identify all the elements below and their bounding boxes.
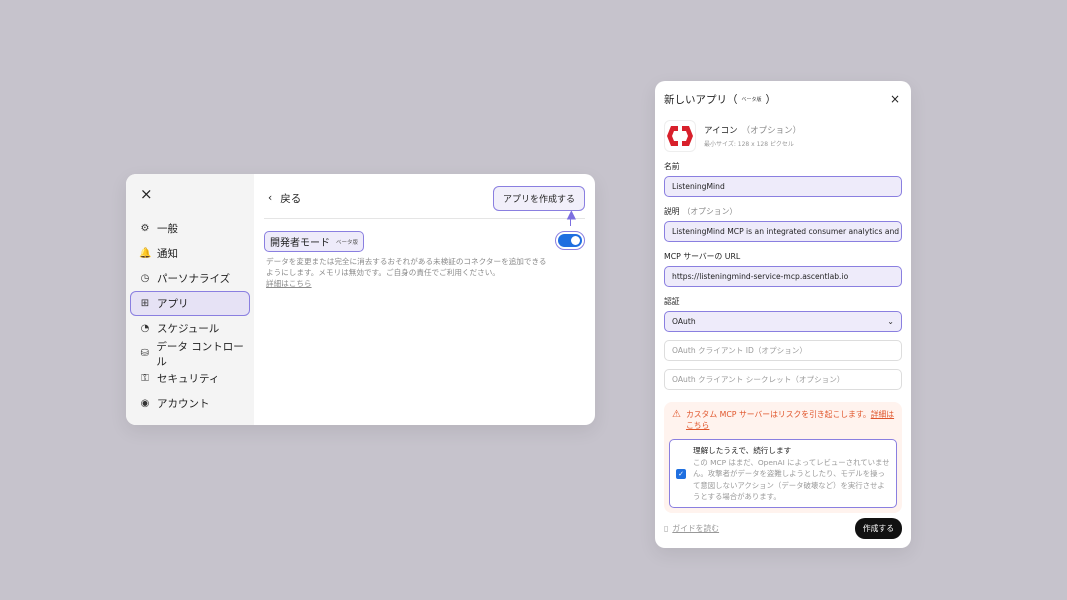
sidebar-item-notifications[interactable]: 🔔 通知 (130, 241, 250, 266)
sidebar-item-apps[interactable]: ⊞ アプリ (130, 291, 250, 316)
description-label-row: 説明 （オプション） (664, 206, 902, 217)
sidebar-item-label: セキュリティ (157, 373, 220, 385)
settings-sidebar: × ⚙ 一般 🔔 通知 ◷ パーソナライズ ⊞ アプリ ◔ スケジュール ⛁ デ… (126, 174, 254, 425)
sidebar-item-schedule[interactable]: ◔ スケジュール (130, 316, 250, 341)
sidebar-item-general[interactable]: ⚙ 一般 (130, 216, 250, 241)
developer-mode-row: 開発者モード ベータ版 (264, 231, 585, 252)
sidebar-item-label: スケジュール (157, 323, 220, 335)
toggle-track (558, 234, 582, 247)
clock-icon: ◔ (140, 323, 150, 334)
close-icon[interactable]: × (140, 186, 250, 202)
auth-select[interactable]: OAuth ⌄ (664, 311, 902, 332)
beta-badge: ベータ版 (741, 96, 762, 103)
risk-warning-box: ⚠ カスタム MCP サーバーはリスクを引き起こします。詳細はこちら ✓ 理解し… (664, 402, 902, 514)
client-secret-input[interactable]: OAuth クライアント シークレット（オプション） (664, 369, 902, 390)
modal-header: 新しいアプリ（ ベータ版 ） × (664, 90, 902, 108)
sidebar-item-personalize[interactable]: ◷ パーソナライズ (130, 266, 250, 291)
icon-label-row: アイコン （オプション） (704, 124, 801, 136)
sidebar-item-label: データ コントロール (156, 340, 244, 368)
sidebar-item-label: 通知 (157, 248, 178, 260)
acknowledge-box[interactable]: ✓ 理解したうえで、続行します この MCP はまだ、OpenAI によってレビ… (669, 439, 897, 509)
create-button[interactable]: 作成する (854, 518, 902, 539)
acknowledge-body: この MCP はまだ、OpenAI によってレビューされていません。攻撃者がデー… (693, 458, 890, 501)
back-button[interactable]: ‹ 戻る (264, 191, 301, 206)
risk-warning: ⚠ カスタム MCP サーバーはリスクを引き起こします。詳細はこちら (669, 409, 897, 431)
developer-mode-label: 開発者モード (270, 238, 330, 249)
icon-label: アイコン (704, 126, 738, 136)
book-icon: ▯ (664, 524, 669, 533)
modal-title-text: 新しいアプリ（ (664, 93, 738, 106)
auth-select-value: OAuth (672, 317, 696, 326)
modal-title: 新しいアプリ（ ベータ版 ） (664, 92, 776, 107)
acknowledge-text: 理解したうえで、続行します この MCP はまだ、OpenAI によってレビュー… (693, 445, 890, 502)
guide-link-row[interactable]: ▯ ガイドを読む (664, 523, 719, 534)
developer-mode-description-text: データを変更または完全に消去するおそれがある未検証のコネクターを追加できるように… (266, 257, 547, 277)
guide-link[interactable]: ガイドを読む (672, 523, 719, 534)
warning-icon: ⚠ (672, 409, 681, 420)
description-label: 説明 (664, 207, 680, 216)
risk-warning-text: カスタム MCP サーバーはリスクを引き起こします。 (685, 410, 871, 419)
name-label: 名前 (664, 162, 680, 171)
developer-mode-title: 開発者モード ベータ版 (264, 231, 365, 252)
icon-optional: （オプション） (741, 126, 802, 136)
acknowledge-title: 理解したうえで、続行します (693, 446, 792, 455)
beta-badge: ベータ版 (336, 239, 359, 246)
personalize-icon: ◷ (140, 273, 150, 284)
settings-main: ‹ 戻る アプリを作成する ▲ 開発者モード ベータ版 データを変更または完全に… (254, 174, 595, 425)
modal-footer: ▯ ガイドを読む 作成する (664, 518, 902, 539)
sidebar-item-label: アカウント (157, 398, 210, 410)
shield-icon: ⚿ (141, 373, 149, 384)
sidebar-item-label: 一般 (157, 223, 178, 235)
app-logo-icon[interactable] (664, 120, 696, 152)
learn-more-link[interactable]: 詳細はこちら (266, 279, 312, 288)
new-app-modal: 新しいアプリ（ ベータ版 ） × アイコン （オプション） 最小サイズ: 128 … (655, 81, 911, 548)
back-label: 戻る (280, 192, 302, 205)
icon-upload-row: アイコン （オプション） 最小サイズ: 128 x 128 ピクセル (664, 120, 902, 152)
sidebar-item-label: アプリ (157, 298, 189, 310)
developer-mode-toggle[interactable] (555, 231, 585, 250)
description-field[interactable]: ListeningMind MCP is an integrated consu… (664, 221, 902, 242)
sidebar-item-security[interactable]: ⚿ セキュリティ (130, 366, 250, 391)
sidebar-item-label: パーソナライズ (157, 273, 231, 285)
chevron-left-icon: ‹ (268, 192, 273, 204)
account-icon: ◉ (140, 398, 150, 409)
divider (264, 218, 585, 219)
arrow-up-icon: ▲ (566, 207, 576, 221)
sidebar-item-data-controls[interactable]: ⛁ データ コントロール (130, 340, 250, 368)
database-icon: ⛁ (140, 348, 149, 359)
gear-icon: ⚙ (140, 223, 150, 234)
auth-label: 認証 (664, 297, 680, 306)
icon-size-hint: 最小サイズ: 128 x 128 ピクセル (704, 141, 794, 148)
toggle-knob (571, 236, 580, 245)
risk-warning-text-wrap: カスタム MCP サーバーはリスクを引き起こします。詳細はこちら (686, 409, 897, 431)
icon-text: アイコン （オプション） 最小サイズ: 128 x 128 ピクセル (704, 124, 801, 148)
settings-panel: × ⚙ 一般 🔔 通知 ◷ パーソナライズ ⊞ アプリ ◔ スケジュール ⛁ デ… (126, 174, 595, 425)
developer-mode-description: データを変更または完全に消去するおそれがある未検証のコネクターを追加できるように… (264, 256, 554, 289)
acknowledge-checkbox[interactable]: ✓ (676, 468, 686, 479)
chevron-down-icon: ⌄ (887, 317, 894, 326)
mcp-url-field[interactable]: https://listeningmind-service-mcp.ascent… (664, 266, 902, 287)
name-field[interactable]: ListeningMind (664, 176, 902, 197)
bell-icon: 🔔 (139, 248, 152, 259)
client-id-input[interactable]: OAuth クライアント ID（オプション） (664, 340, 902, 361)
sidebar-item-account[interactable]: ◉ アカウント (130, 391, 250, 416)
close-icon[interactable]: × (890, 92, 900, 106)
modal-title-close-paren: ） (765, 93, 777, 106)
settings-header: ‹ 戻る アプリを作成する (264, 185, 585, 211)
mcp-url-label: MCP サーバーの URL (664, 252, 741, 261)
listeningmind-logo-icon (667, 126, 693, 146)
apps-grid-icon: ⊞ (140, 298, 150, 309)
description-optional: （オプション） (682, 207, 738, 216)
